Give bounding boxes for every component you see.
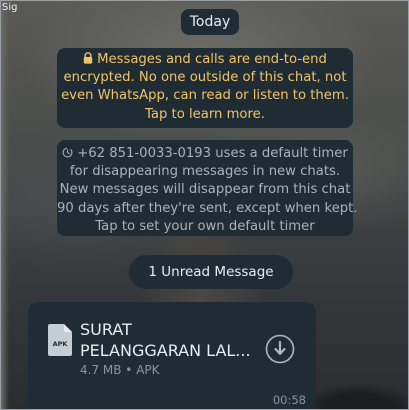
- left-edge-strip: Sig: [1, 1, 17, 409]
- lock-icon: [83, 52, 93, 64]
- timer-notice-line-2: for disappearing messages in new chats.: [69, 164, 341, 180]
- apk-file-icon: APK: [48, 324, 72, 356]
- file-name-line-2: PELANGGARAN LAL...: [80, 341, 251, 360]
- timer-notice-line-1: +62 851-0033-0193 uses a default timer: [57, 145, 353, 163]
- date-chip: Today: [181, 9, 239, 35]
- encryption-notice-line-1: Messages and calls are end-to-end: [57, 51, 353, 69]
- document-message-bubble[interactable]: APK SURAT PELANGGARAN LAL... 4.7 MB • AP…: [28, 302, 316, 409]
- encryption-notice-line-4: Tap to learn more.: [145, 106, 265, 122]
- timer-notice-line-4: 90 days after they're sent, except when …: [57, 200, 358, 216]
- encryption-notice-line-2: encrypted. No one outside of this chat, …: [63, 70, 347, 86]
- disappearing-timer-icon: [62, 147, 73, 158]
- download-icon[interactable]: [265, 334, 295, 364]
- file-meta: 4.7 MB • APK: [80, 363, 160, 377]
- timer-notice-line-3: New messages will disappear from this ch…: [59, 182, 351, 198]
- apk-file-badge: APK: [53, 340, 69, 348]
- file-name-line-1: SURAT: [80, 320, 132, 339]
- encryption-notice[interactable]: Messages and calls are end-to-end encryp…: [57, 48, 353, 128]
- edge-text: Sig: [2, 2, 18, 13]
- file-name: SURAT PELANGGARAN LAL...: [80, 319, 260, 361]
- disappearing-messages-notice[interactable]: +62 851-0033-0193 uses a default timer f…: [57, 140, 358, 236]
- message-time: 00:58: [272, 393, 306, 407]
- encryption-notice-line-3: even WhatsApp, can read or listen to the…: [61, 88, 349, 104]
- timer-notice-line-5: Tap to set your own default timer: [95, 218, 315, 234]
- unread-messages-divider: 1 Unread Message: [129, 255, 293, 289]
- chat-screen: Sig Today Messages and calls are end-to-…: [0, 0, 409, 410]
